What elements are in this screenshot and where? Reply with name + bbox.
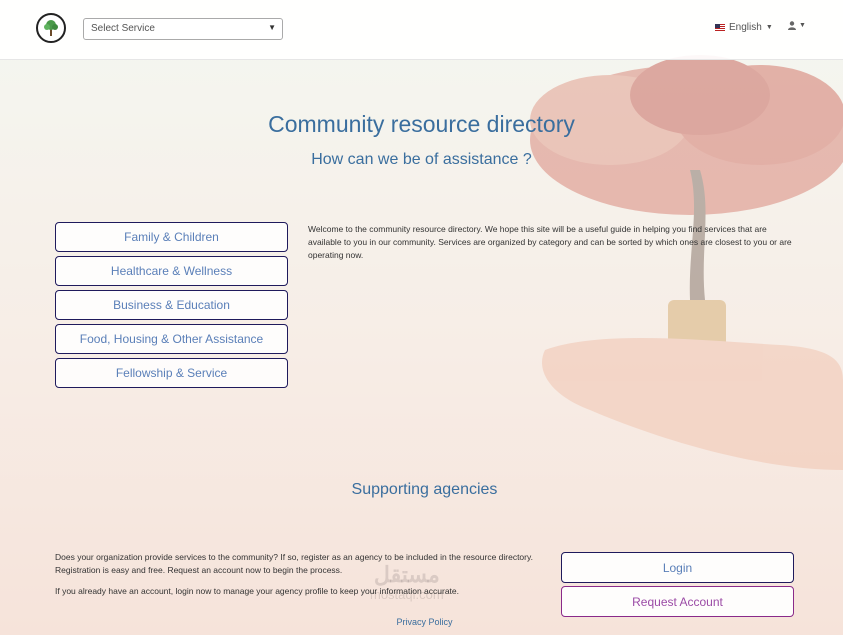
agency-login-text: If you already have an account, login no… bbox=[55, 586, 459, 596]
supporting-agencies-title: Supporting agencies bbox=[351, 481, 498, 498]
chevron-down-icon: ▼ bbox=[765, 24, 773, 31]
page-subtitle: How can we be of assistance ? bbox=[311, 151, 532, 168]
request-account-button[interactable]: Request Account bbox=[561, 586, 794, 617]
select-service-dropdown[interactable]: Select Service ▼ bbox=[83, 18, 283, 40]
login-button[interactable]: Login bbox=[561, 552, 794, 583]
page-title: Community resource directory bbox=[268, 111, 575, 137]
tree-logo-icon[interactable] bbox=[36, 13, 66, 43]
category-button-fellowship-service[interactable]: Fellowship & Service bbox=[55, 358, 288, 388]
category-button-healthcare-wellness[interactable]: Healthcare & Wellness bbox=[55, 256, 288, 286]
welcome-text: Welcome to the community resource direct… bbox=[308, 224, 792, 260]
chevron-down-icon: ▼ bbox=[268, 23, 276, 32]
agency-register-text: Does your organization provide services … bbox=[55, 552, 533, 575]
category-list: Family & Children Healthcare & Wellness … bbox=[55, 222, 288, 392]
language-label: English bbox=[729, 22, 762, 33]
chevron-down-icon: ▼ bbox=[799, 22, 806, 29]
language-selector[interactable]: English ▼ bbox=[715, 22, 773, 33]
privacy-policy-link[interactable]: Privacy Policy bbox=[0, 617, 843, 627]
select-service-value: Select Service bbox=[91, 23, 155, 34]
top-navbar: Select Service ▼ English ▼ ▼ bbox=[0, 0, 843, 60]
user-icon bbox=[788, 21, 796, 30]
user-menu[interactable]: ▼ bbox=[788, 21, 806, 30]
category-button-family-children[interactable]: Family & Children bbox=[55, 222, 288, 252]
agency-info: Does your organization provide services … bbox=[55, 551, 550, 606]
category-button-business-education[interactable]: Business & Education bbox=[55, 290, 288, 320]
us-flag-icon bbox=[715, 24, 725, 31]
category-button-food-housing[interactable]: Food, Housing & Other Assistance bbox=[55, 324, 288, 354]
